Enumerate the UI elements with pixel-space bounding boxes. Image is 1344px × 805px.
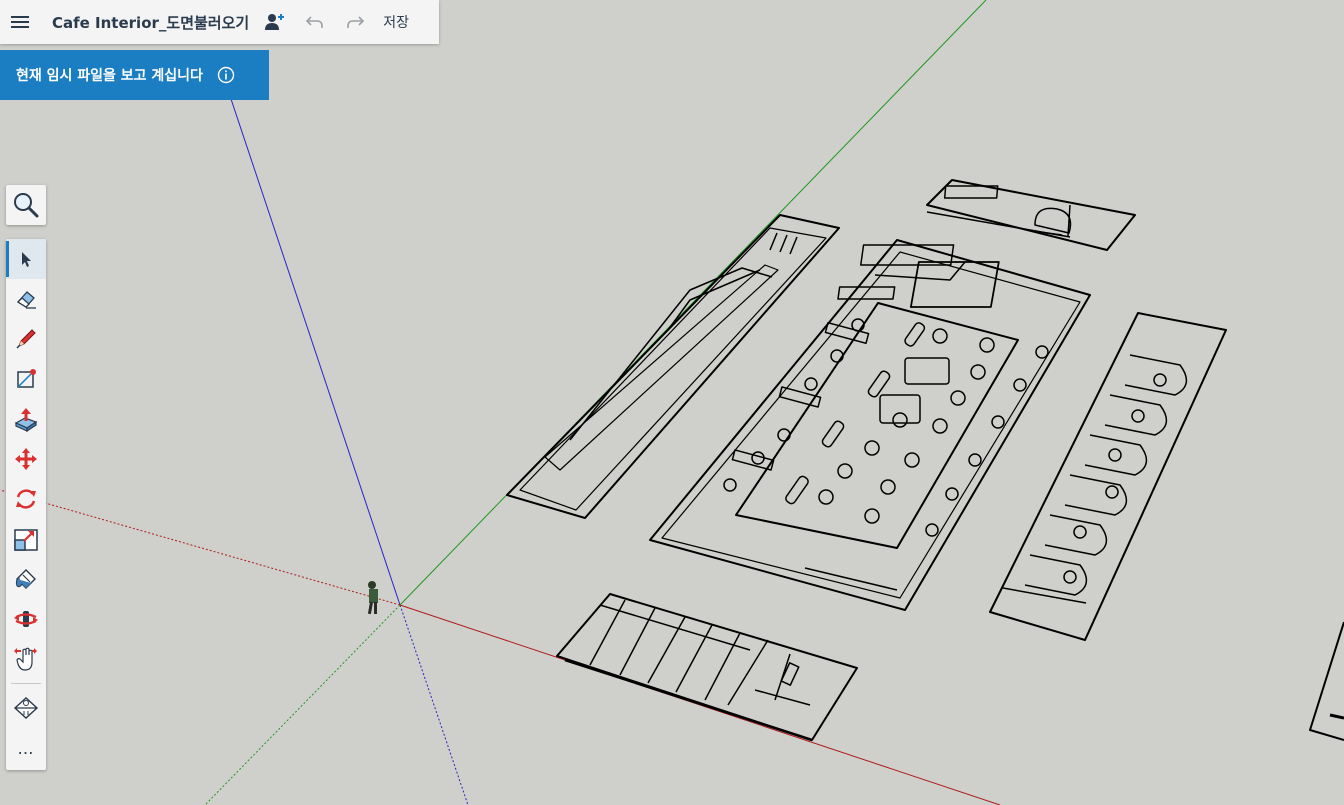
redo-button[interactable]: [335, 0, 375, 44]
pencil-icon: [16, 329, 36, 349]
info-icon[interactable]: [217, 66, 235, 84]
push-pull-tool[interactable]: [6, 399, 46, 439]
bottom-panel-plan: [556, 593, 858, 742]
blue-axis-positive: [227, 89, 401, 606]
more-tools-button[interactable]: …: [6, 728, 46, 768]
redo-icon: [347, 16, 365, 28]
paint-bucket-tool[interactable]: [6, 559, 46, 599]
left-panel-plan: [506, 214, 840, 519]
hamburger-menu-icon: [11, 16, 29, 28]
scale-tool[interactable]: [6, 519, 46, 559]
add-person-icon: [265, 14, 285, 30]
floor-plan-drawing: [506, 179, 1344, 742]
section-plane-icon: [13, 697, 39, 719]
main-floor-plan: [649, 239, 1091, 611]
partial-plan-right-edge: [1309, 621, 1344, 741]
save-button[interactable]: 저장: [375, 12, 419, 32]
blue-axis-negative: [399, 604, 469, 805]
temporary-file-banner: 현재 임시 파일을 보고 계십니다: [0, 50, 269, 100]
model-viewport[interactable]: [0, 0, 1344, 805]
cursor-arrow-icon: [22, 252, 31, 267]
rotate-tool[interactable]: [6, 479, 46, 519]
undo-button[interactable]: [295, 0, 335, 44]
orbit-tool[interactable]: [6, 599, 46, 639]
green-axis-positive: [399, 0, 987, 606]
rectangle-tool[interactable]: [6, 359, 46, 399]
move-arrows-icon: [15, 448, 37, 470]
rectangle-icon: [17, 369, 36, 388]
banner-message: 현재 임시 파일을 보고 계십니다: [16, 68, 203, 84]
more-tools-label: …: [17, 738, 35, 758]
eraser-icon: [16, 291, 36, 309]
section-plane-tool[interactable]: [6, 688, 46, 728]
document-title[interactable]: Cafe Interior_도면불러오기: [40, 12, 255, 33]
red-axis-negative: [0, 489, 401, 606]
top-bar: Cafe Interior_도면불러오기 저장: [0, 0, 439, 44]
search-tool-button[interactable]: [6, 185, 46, 225]
search-icon: [14, 193, 39, 218]
top-panel-plan: [926, 179, 1136, 251]
pan-hand-icon: [14, 647, 37, 671]
undo-icon: [306, 16, 324, 28]
paint-bucket-icon: [15, 569, 36, 589]
eraser-tool[interactable]: [6, 279, 46, 319]
pan-tool[interactable]: [6, 639, 46, 679]
line-tool[interactable]: [6, 319, 46, 359]
menu-button[interactable]: [0, 0, 40, 44]
move-tool[interactable]: [6, 439, 46, 479]
green-axis-negative: [204, 604, 401, 805]
orbit-icon: [14, 611, 38, 627]
share-button[interactable]: [255, 0, 295, 44]
tool-divider: [11, 683, 41, 684]
push-pull-icon: [14, 408, 38, 432]
select-tool[interactable]: [6, 239, 46, 279]
scale-icon: [14, 529, 38, 551]
scale-figure: [367, 581, 378, 615]
right-panel-plan: [989, 312, 1227, 641]
tool-palette: …: [6, 239, 46, 770]
rotate-icon: [16, 489, 36, 509]
